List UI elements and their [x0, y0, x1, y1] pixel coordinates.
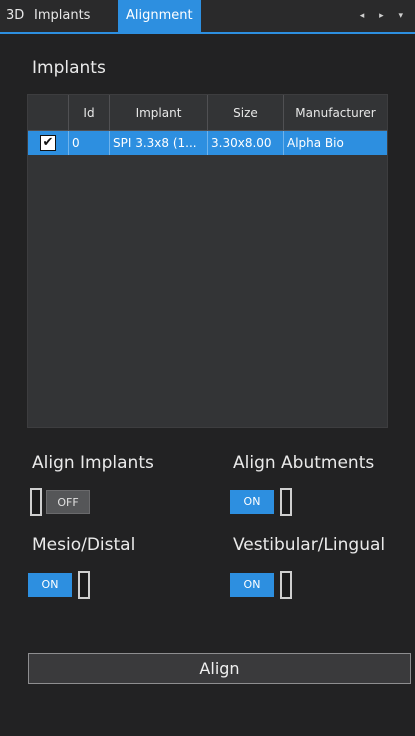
- mesio-distal-label: Mesio/Distal: [32, 535, 136, 555]
- implants-table: Id Implant Size Manufacturer ✔ 0 SPI 3.3…: [27, 94, 388, 428]
- cell-manufacturer: Alpha Bio: [287, 136, 344, 150]
- tab-bar: 3D Implants Alignment ◂ ▸ ▾: [0, 0, 415, 34]
- tab-alignment[interactable]: Alignment: [118, 0, 201, 32]
- align-abutments-toggle[interactable]: ON: [230, 488, 298, 516]
- toggle-state: ON: [28, 573, 72, 597]
- align-button[interactable]: Align: [28, 653, 411, 684]
- column-header-id[interactable]: Id: [69, 95, 110, 131]
- toggle-knob: [30, 488, 42, 516]
- cell-size: 3.30x8.00: [208, 131, 284, 155]
- tab-3d[interactable]: 3D: [6, 0, 24, 32]
- vestibular-lingual-toggle[interactable]: ON: [230, 571, 298, 599]
- align-implants-toggle[interactable]: OFF: [28, 488, 96, 516]
- vestibular-lingual-label: Vestibular/Lingual: [233, 535, 386, 555]
- row-select-cell[interactable]: ✔: [28, 131, 69, 155]
- mesio-distal-toggle[interactable]: ON: [28, 571, 96, 599]
- implants-section-title: Implants: [32, 58, 106, 78]
- column-header-select[interactable]: [28, 95, 69, 131]
- table-header: Id Implant Size Manufacturer: [28, 95, 387, 131]
- column-header-implant[interactable]: Implant: [110, 95, 208, 131]
- cell-id: 0: [69, 131, 110, 155]
- toggle-state: OFF: [46, 490, 90, 514]
- column-header-size[interactable]: Size: [208, 95, 284, 131]
- toggle-state: ON: [230, 490, 274, 514]
- align-abutments-label: Align Abutments: [233, 453, 375, 473]
- toggle-knob: [78, 571, 90, 599]
- table-row[interactable]: ✔ 0 SPI 3.3x8 (1... 3.30x8.00 Alpha Bio: [28, 131, 387, 155]
- checkbox-checked-icon[interactable]: ✔: [40, 135, 56, 151]
- toggle-knob: [280, 571, 292, 599]
- toggle-knob: [280, 488, 292, 516]
- cell-implant: SPI 3.3x8 (1...: [110, 131, 208, 155]
- column-header-manufacturer[interactable]: Manufacturer: [284, 95, 387, 131]
- tab-implants[interactable]: Implants: [34, 0, 90, 32]
- tab-scroll-arrows-icon[interactable]: ◂ ▸ ▾: [360, 0, 409, 32]
- toggle-state: ON: [230, 573, 274, 597]
- align-implants-label: Align Implants: [32, 453, 154, 473]
